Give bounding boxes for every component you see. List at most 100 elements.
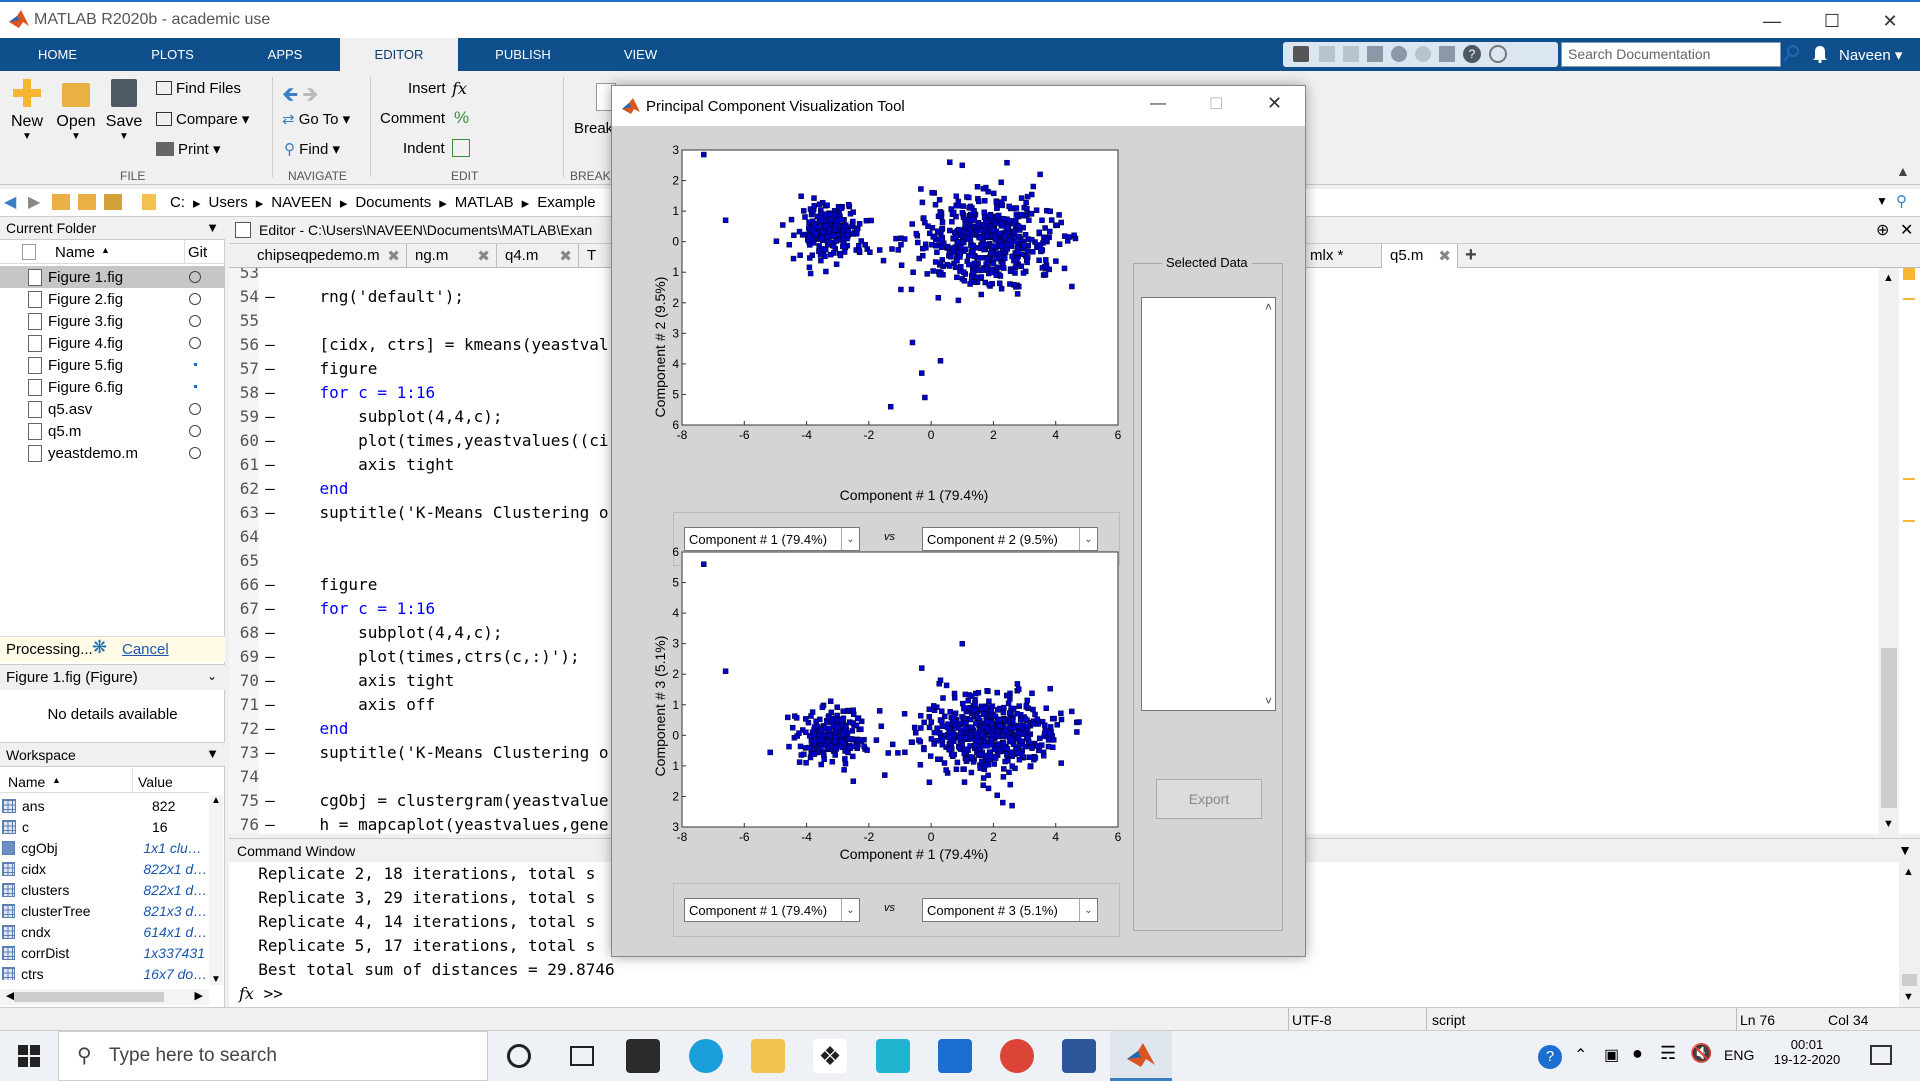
scatter-point[interactable]: [943, 767, 949, 773]
scatter-point[interactable]: [1030, 249, 1036, 255]
scatter-point[interactable]: [908, 286, 915, 293]
chevron-down-icon[interactable]: ˅: [1265, 694, 1272, 708]
scatter-point[interactable]: [849, 736, 855, 742]
scatter-point[interactable]: [962, 691, 969, 698]
scatter-point[interactable]: [1023, 702, 1030, 709]
scatter-point[interactable]: [961, 229, 967, 235]
scatter-point[interactable]: [947, 227, 953, 234]
scatter-point[interactable]: [1028, 210, 1034, 217]
scatter-point[interactable]: [930, 703, 937, 709]
switch-windows-icon[interactable]: [1439, 46, 1455, 62]
scatter-point[interactable]: [858, 726, 864, 732]
scatter-point[interactable]: [978, 291, 984, 298]
breadcrumb-drive[interactable]: C:: [170, 194, 185, 212]
scatter-point[interactable]: [926, 724, 933, 731]
scatter-point[interactable]: [982, 762, 988, 769]
scatter-point[interactable]: [841, 767, 847, 773]
scatter-point[interactable]: [1024, 697, 1030, 704]
file-row-figure-1[interactable]: Figure 1.fig: [0, 266, 225, 288]
scatter-point[interactable]: [946, 734, 952, 741]
cortana-icon[interactable]: [507, 1044, 531, 1068]
scatter-point[interactable]: [1019, 731, 1026, 737]
scatter-point[interactable]: [817, 224, 823, 231]
scatter-point[interactable]: [989, 721, 995, 728]
scatter-point[interactable]: [797, 743, 804, 750]
back-icon[interactable]: ◀: [4, 192, 16, 212]
scatter-point[interactable]: [973, 720, 979, 726]
component-y-select-2[interactable]: Component # 3 (5.1%) ⌄: [922, 898, 1098, 922]
scatter-point[interactable]: [834, 704, 840, 710]
scatter-point[interactable]: [934, 249, 940, 256]
wifi-icon[interactable]: ☴: [1660, 1043, 1676, 1064]
scatter-point[interactable]: [788, 216, 795, 223]
scatter-point[interactable]: [841, 739, 847, 746]
scatter-point[interactable]: [1037, 171, 1043, 178]
open-button[interactable]: Open ▼: [54, 79, 98, 142]
scatter-point[interactable]: [889, 246, 895, 252]
scatter-point[interactable]: [997, 230, 1003, 236]
scatter-point[interactable]: [983, 241, 989, 248]
scatter-point[interactable]: [818, 210, 824, 216]
scatter-point[interactable]: [832, 745, 839, 751]
scatter-point[interactable]: [1014, 256, 1020, 263]
scatter-point[interactable]: [1066, 234, 1073, 240]
scatter-point[interactable]: [810, 209, 816, 215]
scatter-point[interactable]: [946, 263, 953, 269]
scatter-point[interactable]: [786, 743, 792, 750]
figure-close-button[interactable]: ✕: [1267, 93, 1282, 114]
scatter-point[interactable]: [972, 702, 978, 708]
scatter-point[interactable]: [818, 761, 824, 768]
scatter-point[interactable]: [988, 269, 995, 275]
scatter-point[interactable]: [830, 243, 837, 249]
scatter-point[interactable]: [986, 281, 992, 288]
tab-view[interactable]: VIEW: [588, 38, 693, 71]
workspace-row[interactable]: ctrs 16x7 doub: [2, 963, 208, 980]
chevron-up-icon[interactable]: ˄: [1265, 300, 1272, 314]
arrow-left-icon[interactable]: 🡸: [282, 84, 298, 106]
scatter-point[interactable]: [861, 743, 867, 750]
scatter-point[interactable]: [982, 198, 988, 204]
scatter-point[interactable]: [827, 698, 834, 704]
scatter-point[interactable]: [921, 215, 927, 221]
scatter-point[interactable]: [981, 221, 987, 228]
scatter-point[interactable]: [835, 724, 841, 730]
scatter-point[interactable]: [1045, 737, 1052, 743]
scatter-point[interactable]: [932, 201, 939, 208]
panel-menu-icon[interactable]: ▼: [206, 746, 219, 761]
scatter-point[interactable]: [828, 709, 835, 716]
scatter-point[interactable]: [1014, 750, 1021, 756]
scatter-point[interactable]: [948, 254, 954, 260]
scatter-point[interactable]: [968, 754, 975, 760]
scatter-point[interactable]: [936, 196, 943, 203]
scatter-point[interactable]: [1001, 704, 1007, 711]
scatter-point[interactable]: [971, 217, 978, 223]
tab-apps[interactable]: APPS: [230, 38, 340, 71]
scatter-point[interactable]: [767, 749, 773, 756]
scatter-point[interactable]: [901, 711, 908, 717]
scatter-point[interactable]: [790, 255, 797, 262]
edge-icon[interactable]: [689, 1039, 723, 1073]
scatter-point[interactable]: [989, 703, 996, 709]
scatter-point[interactable]: [946, 729, 952, 736]
scatter-point[interactable]: [1007, 268, 1014, 274]
scatter-point[interactable]: [1024, 248, 1031, 254]
scatter-point[interactable]: [1034, 716, 1041, 723]
scatter-point[interactable]: [850, 778, 857, 784]
volume-muted-icon[interactable]: 🔇: [1690, 1043, 1712, 1064]
scatter-point[interactable]: [977, 765, 983, 771]
scatter-point[interactable]: [829, 759, 836, 765]
scatter-point[interactable]: [802, 214, 808, 220]
scatter-point[interactable]: [928, 719, 935, 725]
scatter-point[interactable]: [992, 220, 999, 226]
scatter-point[interactable]: [1020, 270, 1027, 276]
scatter-point[interactable]: [968, 243, 974, 249]
scatter-point[interactable]: [1004, 159, 1010, 166]
scatter-point[interactable]: [845, 201, 852, 208]
scatter-point[interactable]: [956, 249, 962, 256]
scatter-point[interactable]: [994, 255, 1001, 262]
scatter-point[interactable]: [1058, 760, 1064, 766]
scatter-point[interactable]: [1001, 766, 1007, 772]
scatter-point[interactable]: [831, 250, 837, 256]
scatter-point[interactable]: [854, 715, 861, 722]
scatter-point[interactable]: [1009, 253, 1015, 260]
